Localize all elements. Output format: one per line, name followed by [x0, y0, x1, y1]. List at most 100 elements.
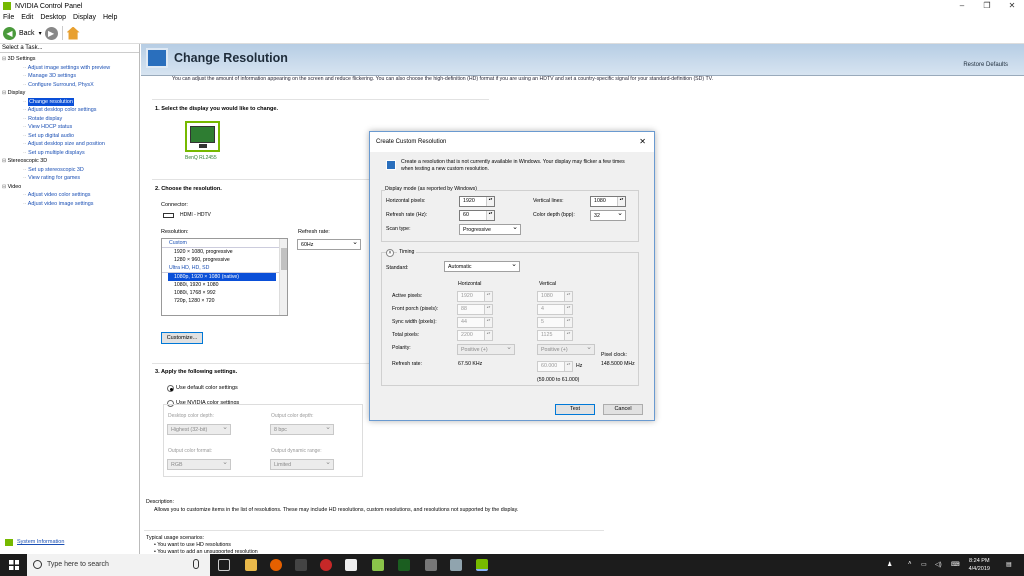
menu-edit[interactable]: Edit — [21, 14, 33, 21]
notifications-icon[interactable]: ▤ — [1006, 561, 1012, 568]
home-icon[interactable] — [66, 26, 80, 40]
default-color-radio[interactable] — [167, 385, 174, 392]
close-window-button[interactable]: ✕ — [1000, 0, 1024, 12]
sidebar-item[interactable]: Adjust desktop size and position — [0, 140, 139, 149]
resolution-list-scrollbar[interactable] — [279, 239, 287, 315]
timing-h-input[interactable]: 44 — [457, 317, 493, 328]
display-monitor-tile[interactable] — [185, 121, 220, 152]
resolution-option[interactable]: 720p, 1280 × 720 — [162, 297, 287, 305]
step2-heading: 2. Choose the resolution. — [155, 186, 222, 192]
scan-type-label: Scan type: — [386, 226, 411, 232]
sidebar-item[interactable]: Configure Surround, PhysX — [0, 81, 139, 90]
app-icon[interactable] — [320, 559, 332, 571]
sidebar-category[interactable]: Stereoscopic 3D — [0, 157, 139, 166]
timing-v-input[interactable]: 1080 — [537, 291, 573, 302]
resolution-option[interactable]: 1280 × 960, progressive — [162, 256, 287, 264]
resolution-option[interactable]: 1080i, 1768 × 992 — [162, 289, 287, 297]
timing-h-input[interactable]: 88 — [457, 304, 493, 315]
app-icon[interactable] — [425, 559, 437, 571]
refresh-hz-input[interactable]: 60.000 — [537, 361, 573, 372]
people-icon[interactable]: ♟ — [887, 561, 892, 568]
maximize-button[interactable]: ❐ — [975, 0, 999, 12]
timing-h-input[interactable]: 2200 — [457, 330, 493, 341]
resolution-list[interactable]: Custom 1920 × 1080, progressive 1280 × 960… — [161, 238, 288, 316]
taskbar-clock[interactable]: 8:24 PM 4/4/2019 — [969, 557, 990, 573]
sidebar-item[interactable]: Adjust desktop color settings — [0, 106, 139, 115]
sidebar-item[interactable]: Manage 3D settings — [0, 72, 139, 81]
standard-select[interactable]: Automatic — [444, 260, 520, 272]
epic-games-icon[interactable] — [295, 559, 307, 571]
custom-resolution-dialog: Create Custom Resolution ✕ Create a reso… — [369, 131, 655, 421]
test-button[interactable]: Test — [555, 404, 595, 415]
color-depth-select[interactable]: 32 — [590, 209, 626, 221]
sidebar-item[interactable]: Change resolution — [0, 97, 139, 106]
resolution-option[interactable]: 1080i, 1920 × 1080 — [162, 281, 287, 289]
sidebar-category[interactable]: Display — [0, 89, 139, 98]
output-format-select[interactable]: RGB — [167, 458, 231, 470]
output-depth-select[interactable]: 8 bpc — [270, 423, 334, 435]
photos-icon[interactable] — [345, 559, 357, 571]
windows-start-icon[interactable] — [9, 560, 19, 570]
sidebar-item[interactable]: Set up digital audio — [0, 132, 139, 141]
sidebar-item[interactable]: Adjust video image settings — [0, 200, 139, 209]
minecraft-icon[interactable] — [372, 559, 384, 571]
sidebar-category[interactable]: 3D Settings — [0, 55, 139, 64]
menu-help[interactable]: Help — [103, 14, 117, 21]
keyboard-icon[interactable]: ⌨ — [951, 561, 960, 568]
sidebar-item[interactable]: Set up stereoscopic 3D — [0, 166, 139, 175]
refresh-rate-select[interactable]: 60Hz — [297, 238, 361, 250]
connector-label: Connector: — [161, 202, 188, 208]
menu-display[interactable]: Display — [73, 14, 96, 21]
sidebar-item[interactable]: Set up multiple displays — [0, 149, 139, 158]
nvidia-taskbar-icon[interactable] — [476, 559, 488, 571]
scan-type-select[interactable]: Progressive — [459, 223, 521, 235]
task-view-icon[interactable] — [218, 559, 230, 571]
timing-v-input[interactable]: 1125 — [537, 330, 573, 341]
resolution-option[interactable]: 1080p, 1920 × 1080 (native) — [168, 273, 276, 281]
dialog-close-button[interactable]: ✕ — [639, 137, 646, 146]
sidebar-item[interactable]: Adjust image settings with preview — [0, 64, 139, 73]
timing-collapse-icon[interactable]: ˄ — [386, 249, 394, 257]
timing-v-input[interactable]: 5 — [537, 317, 573, 328]
back-button[interactable]: Back — [19, 30, 35, 37]
v-lines-input[interactable]: 1080 — [590, 196, 626, 207]
cancel-button[interactable]: Cancel — [603, 404, 643, 415]
timing-h-input[interactable]: 1920 — [457, 291, 493, 302]
minimize-button[interactable]: – — [950, 0, 974, 12]
taskbar-search-box[interactable]: Type here to search — [27, 554, 210, 576]
xbox-icon[interactable] — [398, 559, 410, 571]
sidebar-item-label: Set up stereoscopic 3D — [28, 166, 84, 173]
restore-defaults-link[interactable]: Restore Defaults — [963, 62, 1008, 68]
resolution-option[interactable]: 1920 × 1080, progressive — [162, 248, 287, 256]
sidebar-item[interactable]: Adjust video color settings — [0, 191, 139, 200]
forward-arrow-icon[interactable]: ▶ — [44, 26, 58, 40]
polarity-h-select[interactable]: Positive (+) — [457, 343, 515, 355]
file-explorer-icon[interactable] — [245, 559, 257, 571]
sidebar-item[interactable]: View rating for games — [0, 174, 139, 183]
sidebar-item[interactable]: Rotate display — [0, 115, 139, 124]
app-icon[interactable] — [450, 559, 462, 571]
timing-v-input[interactable]: 4 — [537, 304, 573, 315]
customize-button[interactable]: Customize... — [161, 332, 203, 344]
microphone-icon[interactable] — [193, 559, 199, 569]
h-pixels-input[interactable]: 1920 — [459, 196, 495, 207]
display-name: BenQ RL2455 — [185, 155, 217, 161]
output-range-select[interactable]: Limited — [270, 458, 334, 470]
polarity-v-select[interactable]: Positive (+) — [537, 343, 595, 355]
system-information-link[interactable]: System Information — [17, 539, 64, 545]
volume-icon[interactable]: ◁) — [935, 561, 942, 568]
sidebar-item[interactable]: View HDCP status — [0, 123, 139, 132]
sidebar-item-label: Rotate display — [28, 115, 63, 122]
tray-chevron-icon[interactable]: ˄ — [908, 561, 912, 567]
back-dropdown-icon[interactable]: ▾ — [39, 30, 42, 37]
page-banner: Change Resolution Restore Defaults — [141, 44, 1024, 76]
sidebar-category[interactable]: Video — [0, 183, 139, 192]
firefox-icon[interactable] — [270, 559, 282, 571]
system-info-icon[interactable] — [5, 539, 13, 546]
back-arrow-icon[interactable]: ◀ — [3, 26, 16, 40]
menu-file[interactable]: File — [3, 14, 14, 21]
desktop-depth-select[interactable]: Highest (32-bit) — [167, 423, 231, 435]
network-icon[interactable]: ▭ — [921, 561, 927, 568]
refresh-input[interactable]: 60 — [459, 210, 495, 221]
menu-desktop[interactable]: Desktop — [40, 14, 66, 21]
